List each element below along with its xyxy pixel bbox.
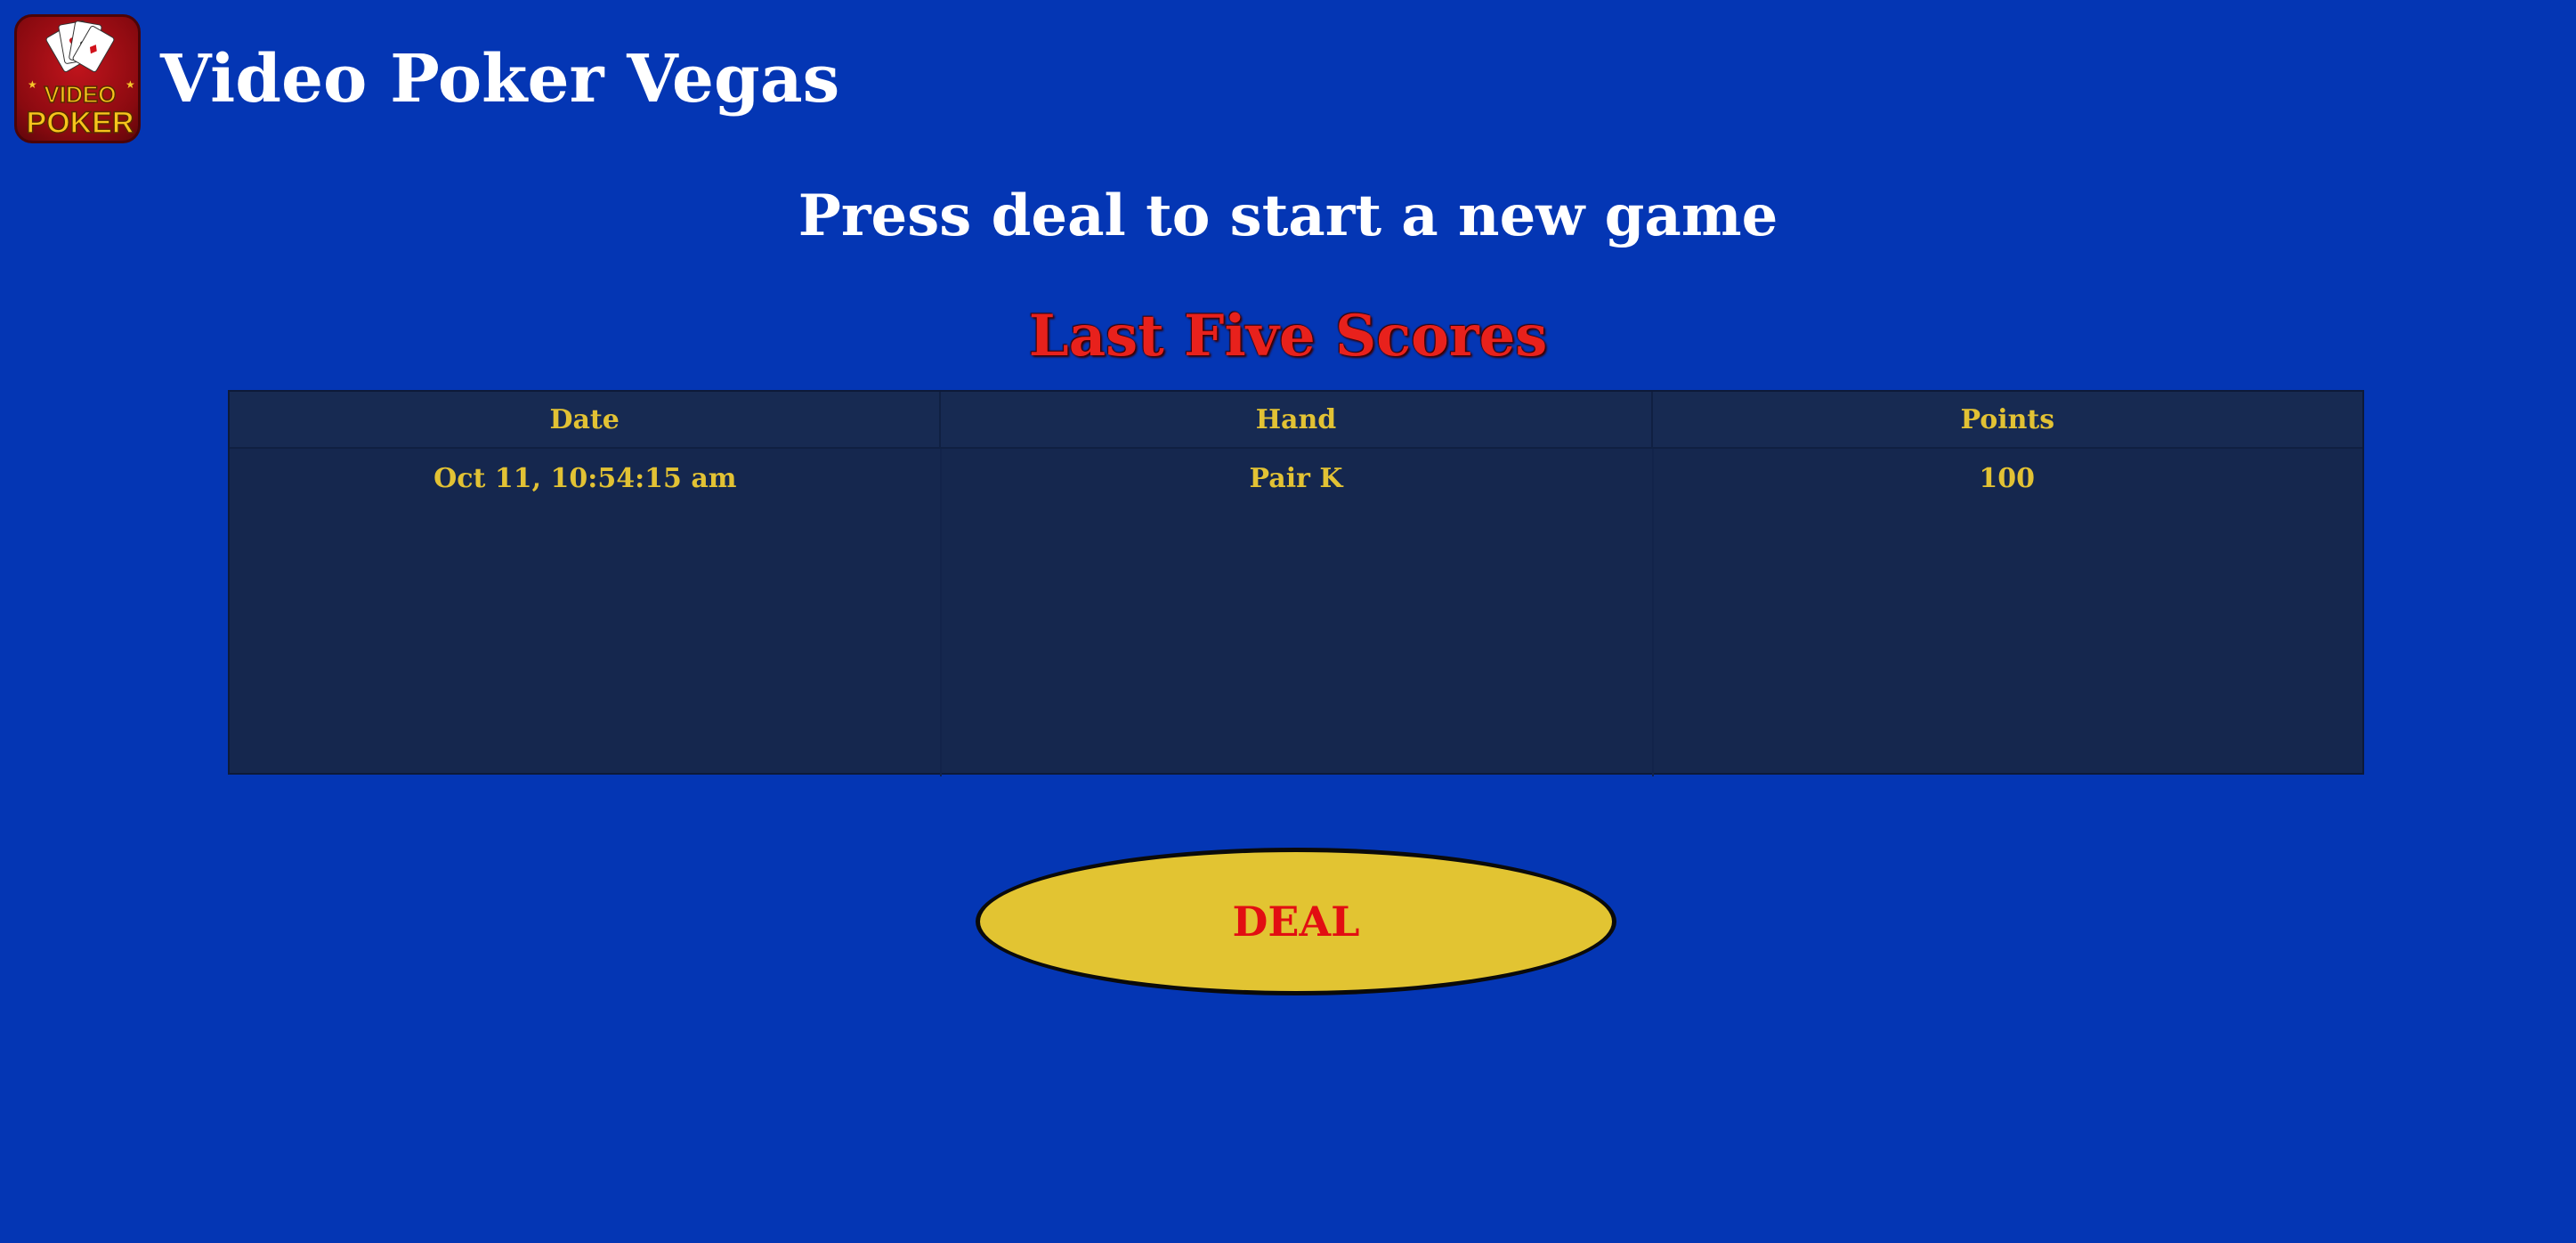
logo-word-video: VIDEO xyxy=(45,81,117,108)
game-status-message: Press deal to start a new game xyxy=(798,183,1778,249)
column-header-hand: Hand xyxy=(941,392,1653,447)
scores-table: Date Hand Points Oct 11, 10:54:15 am Pai… xyxy=(228,390,2364,776)
svg-text:★: ★ xyxy=(28,78,37,91)
score-points: 100 xyxy=(1979,462,2035,494)
table-header: Date Hand Points xyxy=(230,392,2362,449)
deal-button[interactable]: DEAL xyxy=(976,848,1616,995)
svg-text:★: ★ xyxy=(126,78,135,91)
video-poker-logo: ♠ ♥ ♣ ♦ ★ ★ VIDEO POKER xyxy=(14,14,141,143)
column-header-date: Date xyxy=(230,392,942,447)
table-body: Oct 11, 10:54:15 am Pair K 100 xyxy=(230,449,2362,776)
scores-title: Last Five Scores xyxy=(1028,303,1548,370)
score-date: Oct 11, 10:54:15 am xyxy=(433,462,737,494)
table-row: Oct 11, 10:54:15 am Pair K 100 xyxy=(230,449,2362,508)
app-title: Video Poker Vegas xyxy=(160,40,840,118)
column-header-points: Points xyxy=(1960,403,2055,435)
logo-word-poker: POKER xyxy=(27,106,134,140)
app-header: ♠ ♥ ♣ ♦ ★ ★ VIDEO POKER xyxy=(14,14,839,143)
score-hand: Pair K xyxy=(1249,462,1343,494)
